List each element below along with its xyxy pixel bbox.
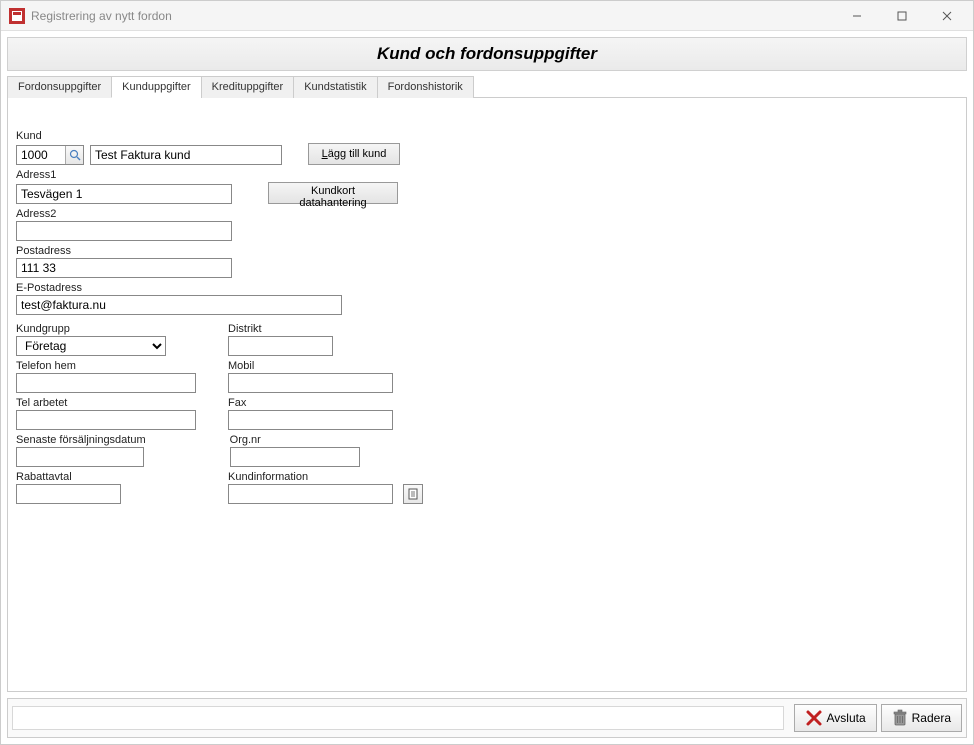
- document-icon: [407, 488, 419, 500]
- label-distrikt: Distrikt: [228, 323, 333, 335]
- kundinformation-input[interactable]: [228, 484, 393, 504]
- close-button[interactable]: [924, 2, 969, 30]
- tab-kredituppgifter[interactable]: Kredituppgifter: [201, 76, 295, 98]
- titlebar: Registrering av nytt fordon: [1, 1, 973, 31]
- tel-arbetet-input[interactable]: [16, 410, 196, 430]
- label-rabattavtal: Rabattavtal: [16, 471, 121, 483]
- distrikt-input[interactable]: [228, 336, 333, 356]
- tab-fordonsuppgifter[interactable]: Fordonsuppgifter: [7, 76, 112, 98]
- tab-fordonshistorik[interactable]: Fordonshistorik: [377, 76, 474, 98]
- label-fax: Fax: [228, 397, 393, 409]
- rabattavtal-input[interactable]: [16, 484, 121, 504]
- epostadress-input[interactable]: [16, 295, 342, 315]
- tab-kundstatistik[interactable]: Kundstatistik: [293, 76, 377, 98]
- tab-bar: Fordonsuppgifter Kunduppgifter Kreditupp…: [7, 71, 967, 98]
- label-telefon-hem: Telefon hem: [16, 360, 196, 372]
- orgnr-input[interactable]: [230, 447, 360, 467]
- kundgrupp-select[interactable]: Företag: [16, 336, 166, 356]
- trash-icon: [892, 709, 908, 727]
- adress1-input[interactable]: [16, 184, 232, 204]
- avsluta-button[interactable]: Avsluta: [794, 704, 877, 732]
- titlebar-controls: [834, 2, 969, 30]
- maximize-button[interactable]: [879, 2, 924, 30]
- page-header: Kund och fordonsuppgifter: [7, 37, 967, 71]
- kund-id-wrapper: [16, 145, 84, 165]
- tab-kunduppgifter[interactable]: Kunduppgifter: [111, 76, 202, 98]
- kund-id-input[interactable]: [17, 146, 65, 164]
- mobil-input[interactable]: [228, 373, 393, 393]
- label-tel-arbetet: Tel arbetet: [16, 397, 196, 409]
- content-panel: Kund Lägg till kund Adress1 Kundkort dat…: [7, 98, 967, 692]
- kundkort-data-button[interactable]: Kundkort datahantering: [268, 182, 398, 204]
- radera-button[interactable]: Radera: [881, 704, 962, 732]
- minimize-icon: [852, 11, 862, 21]
- avsluta-label: Avsluta: [827, 711, 866, 725]
- radera-label: Radera: [912, 711, 951, 725]
- label-senaste-forsaljningsdatum: Senaste försäljningsdatum: [16, 434, 146, 446]
- status-bar: [12, 706, 784, 730]
- maximize-icon: [897, 11, 907, 21]
- kundinformation-doc-button[interactable]: [403, 484, 423, 504]
- label-kund: Kund: [16, 130, 958, 142]
- minimize-button[interactable]: [834, 2, 879, 30]
- search-icon: [69, 149, 81, 161]
- close-icon: [942, 11, 952, 21]
- lagg-till-kund-button[interactable]: Lägg till kund: [308, 143, 400, 165]
- label-adress2: Adress2: [16, 208, 958, 220]
- telefon-hem-input[interactable]: [16, 373, 196, 393]
- window-title: Registrering av nytt fordon: [31, 9, 834, 23]
- label-epostadress: E-Postadress: [16, 282, 958, 294]
- label-kundgrupp: Kundgrupp: [16, 323, 166, 335]
- label-postadress: Postadress: [16, 245, 958, 257]
- kund-search-button[interactable]: [65, 146, 83, 164]
- postadress-input[interactable]: [16, 258, 232, 278]
- label-orgnr: Org.nr: [230, 434, 360, 446]
- fax-input[interactable]: [228, 410, 393, 430]
- senaste-forsaljningsdatum-input[interactable]: [16, 447, 144, 467]
- label-mobil: Mobil: [228, 360, 393, 372]
- adress2-input[interactable]: [16, 221, 232, 241]
- close-x-icon: [805, 709, 823, 727]
- window: Registrering av nytt fordon Kund och for…: [0, 0, 974, 745]
- footer: Avsluta Radera: [7, 698, 967, 738]
- label-adress1: Adress1: [16, 169, 958, 181]
- app-icon: [9, 8, 25, 24]
- label-kundinformation: Kundinformation: [228, 471, 423, 483]
- kund-namn-input[interactable]: [90, 145, 282, 165]
